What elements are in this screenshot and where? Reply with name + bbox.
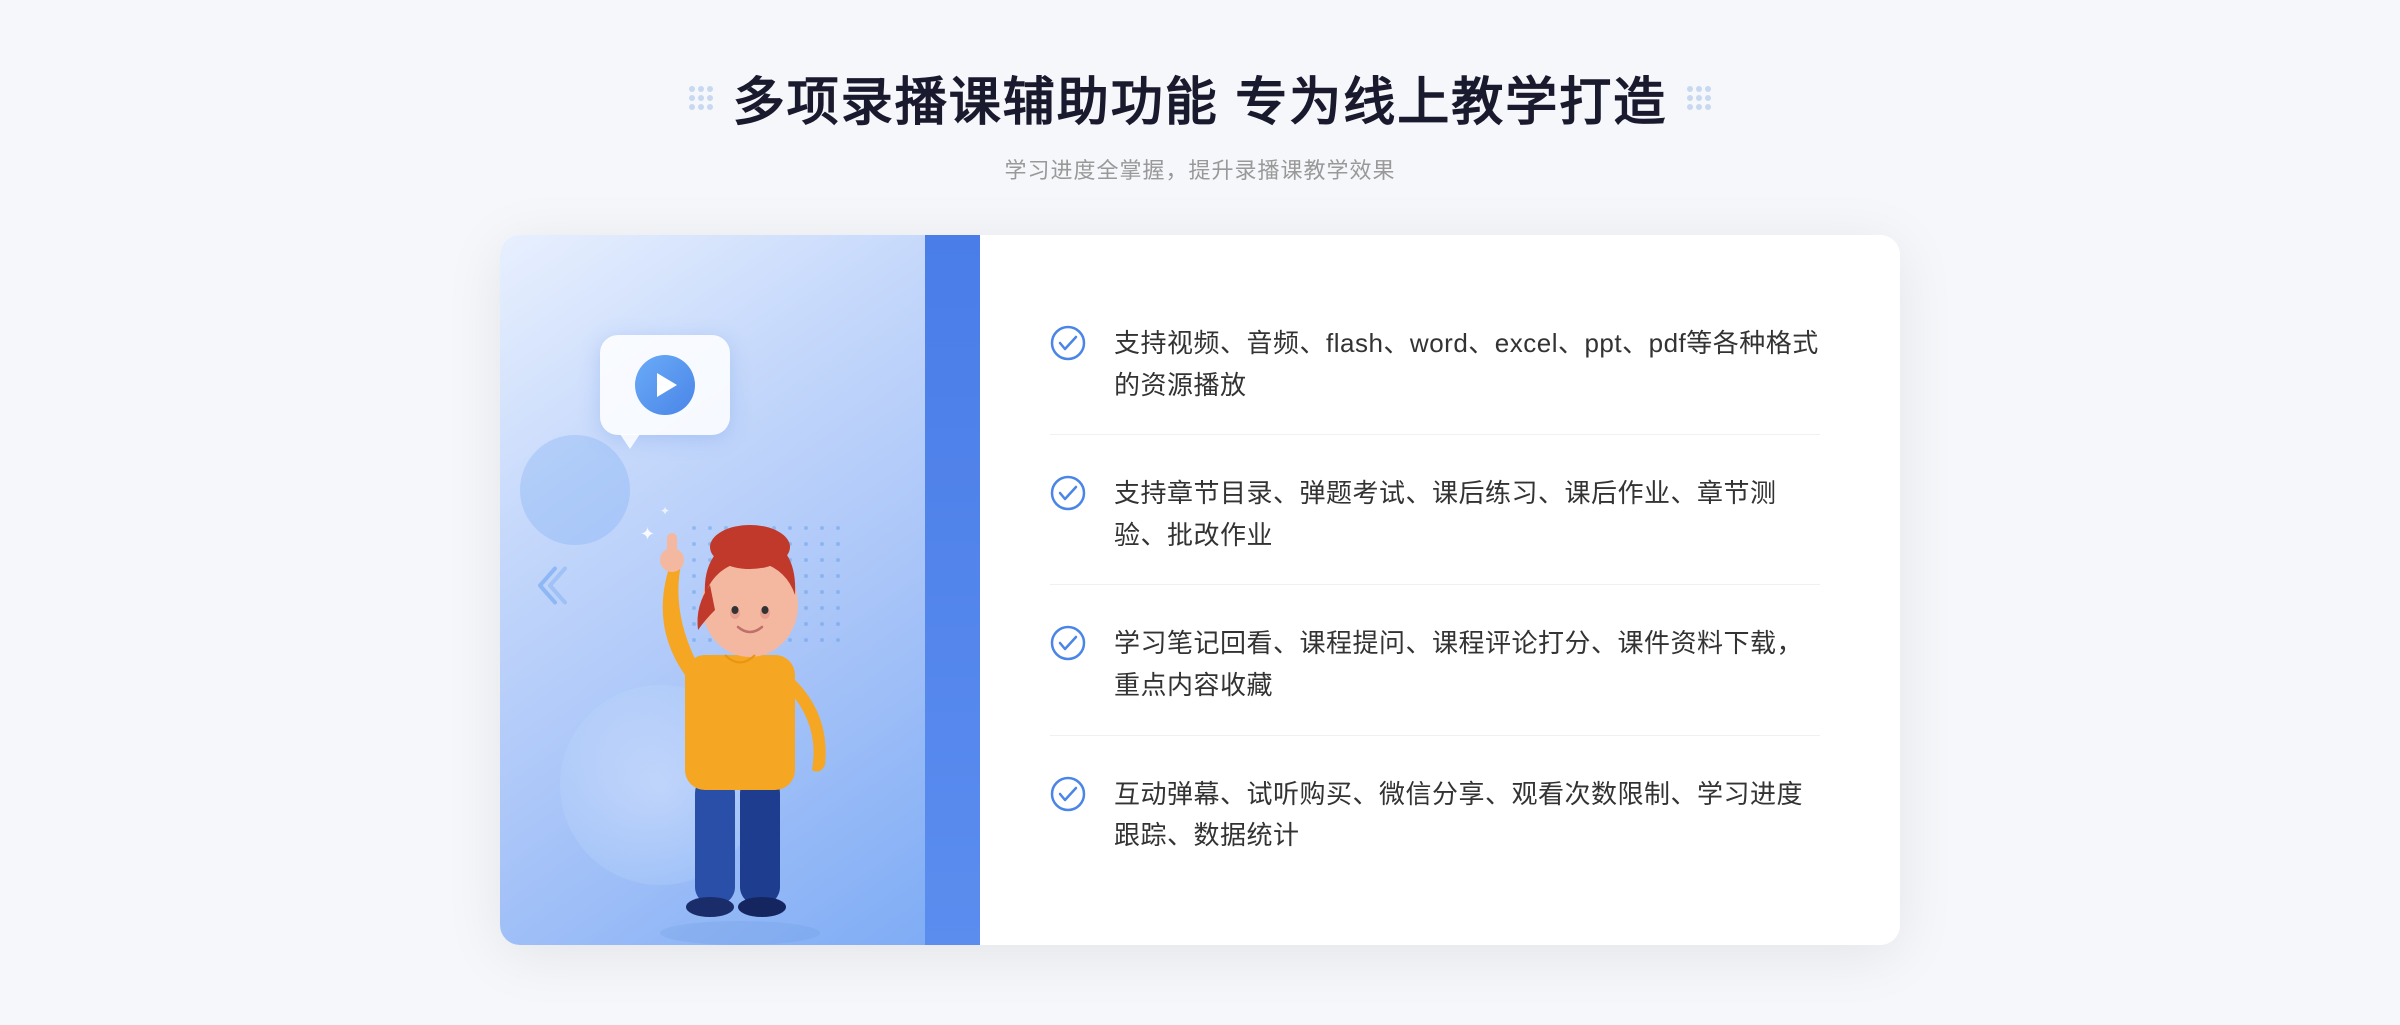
page-container: 多项录播课辅助功能 专为线上教学打造 学习进度全掌握，提升录播课教学效果	[0, 0, 2400, 1025]
feature-item-3: 学习笔记回看、课程提问、课程评论打分、课件资料下载，重点内容收藏	[1050, 595, 1820, 735]
title-dots-left	[689, 86, 713, 110]
dot-grid-right	[1687, 86, 1711, 110]
illustration-figure: ✦ ✦	[590, 445, 890, 945]
feature-item-2: 支持章节目录、弹题考试、课后练习、课后作业、章节测验、批改作业	[1050, 445, 1820, 585]
play-icon-circle	[635, 355, 695, 415]
left-illustration-panel: ✦ ✦	[500, 235, 980, 945]
page-title: 多项录播课辅助功能 专为线上教学打造	[733, 60, 1667, 135]
chevrons-left-icon	[530, 560, 570, 619]
feature-text-4: 互动弹幕、试听购买、微信分享、观看次数限制、学习进度跟踪、数据统计	[1114, 774, 1820, 857]
feature-item-1: 支持视频、音频、flash、word、excel、ppt、pdf等各种格式的资源…	[1050, 295, 1820, 435]
feature-item-4: 互动弹幕、试听购买、微信分享、观看次数限制、学习进度跟踪、数据统计	[1050, 746, 1820, 885]
header-section: 多项录播课辅助功能 专为线上教学打造 学习进度全掌握，提升录播课教学效果	[689, 60, 1711, 185]
svg-text:✦: ✦	[640, 524, 655, 544]
play-bubble	[600, 335, 730, 435]
play-triangle-icon	[657, 373, 677, 397]
check-circle-icon-2	[1050, 475, 1086, 511]
title-dots-right	[1687, 86, 1711, 110]
blue-strip-deco	[925, 235, 980, 945]
right-features-panel: 支持视频、音频、flash、word、excel、ppt、pdf等各种格式的资源…	[980, 235, 1900, 945]
person-illustration: ✦ ✦	[610, 465, 870, 945]
svg-text:✦: ✦	[660, 504, 670, 518]
check-circle-icon-4	[1050, 776, 1086, 812]
feature-text-1: 支持视频、音频、flash、word、excel、ppt、pdf等各种格式的资源…	[1114, 323, 1820, 406]
dot-grid-left	[689, 86, 713, 110]
page-subtitle: 学习进度全掌握，提升录播课教学效果	[1004, 153, 1395, 185]
title-row: 多项录播课辅助功能 专为线上教学打造	[689, 60, 1711, 135]
check-circle-icon-1	[1050, 325, 1086, 361]
check-circle-icon-3	[1050, 625, 1086, 661]
feature-text-2: 支持章节目录、弹题考试、课后练习、课后作业、章节测验、批改作业	[1114, 473, 1820, 556]
content-area: ✦ ✦ 支持视频、音频、flash、word、excel、ppt、pdf等各种格…	[500, 235, 1900, 945]
feature-text-3: 学习笔记回看、课程提问、课程评论打分、课件资料下载，重点内容收藏	[1114, 623, 1820, 706]
